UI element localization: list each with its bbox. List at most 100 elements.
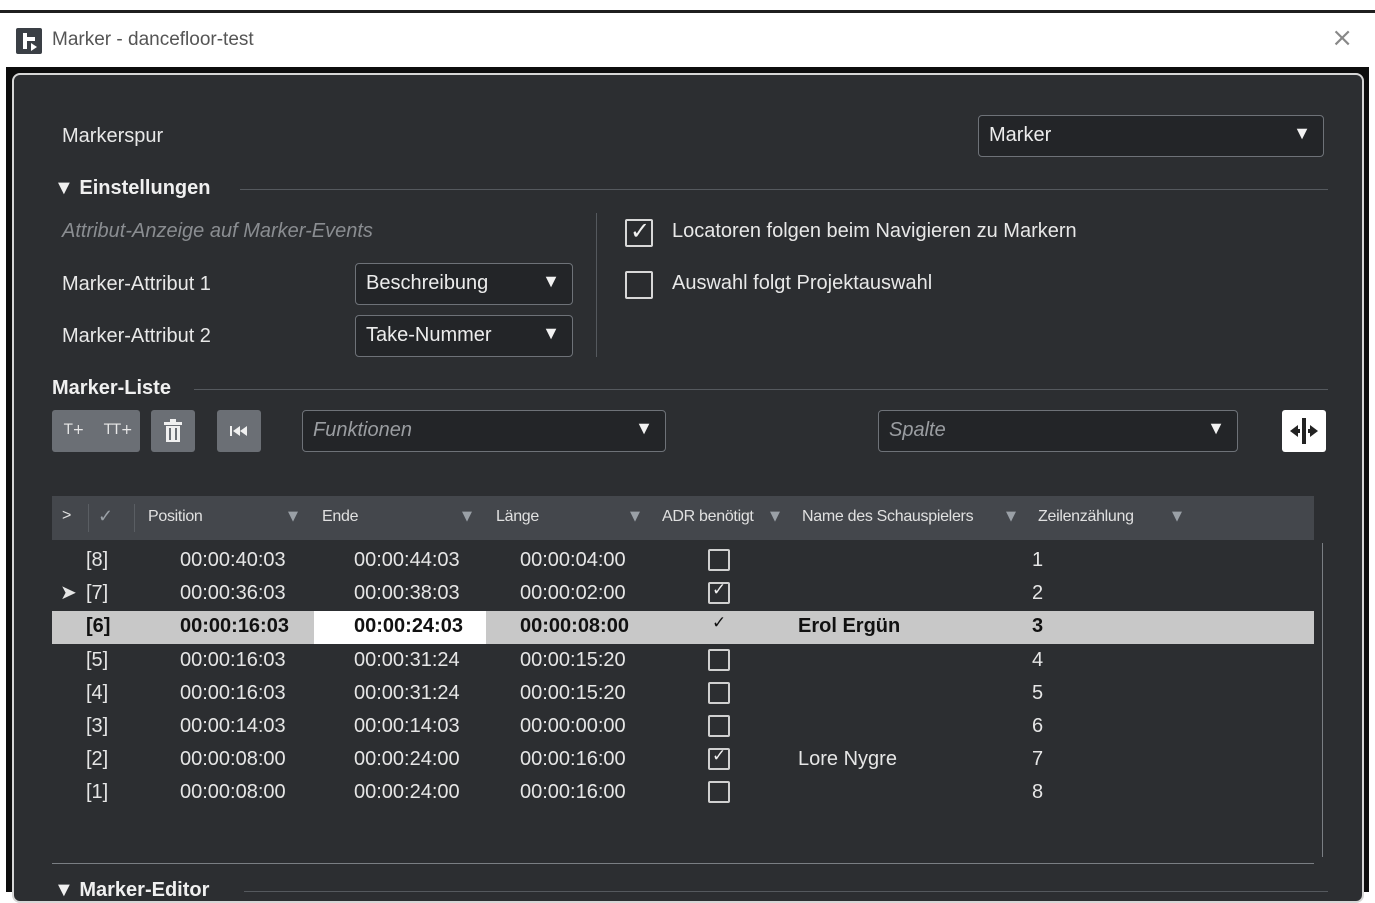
cell-ende[interactable]: 00:00:38:03	[354, 582, 460, 605]
cell-zeilenzaehlung[interactable]: 3	[1032, 615, 1043, 638]
attribute-caption: Attribut-Anzeige auf Marker-Events	[62, 220, 373, 242]
cell-actor-name[interactable]: Erol Ergün	[798, 615, 900, 638]
cell-position[interactable]: 00:00:16:03	[180, 649, 286, 672]
cell-zeilenzaehlung[interactable]: 8	[1032, 781, 1043, 804]
cell-laenge[interactable]: 00:00:00:00	[520, 715, 626, 738]
adr-checkbox[interactable]: ✓	[708, 613, 730, 637]
cell-actor-name[interactable]: Lore Nygre	[798, 748, 897, 771]
cell-laenge[interactable]: 00:00:15:20	[520, 649, 626, 672]
adr-checkbox[interactable]	[708, 648, 730, 671]
cell-zeilenzaehlung[interactable]: 2	[1032, 582, 1043, 605]
window-title: Marker - dancefloor-test	[52, 29, 254, 50]
adr-checkbox[interactable]	[708, 715, 730, 737]
sort-arrow-icon[interactable]: ▼	[770, 509, 780, 524]
table-row[interactable]: [4] 00:00:16:03 00:00:31:24 00:00:15:20 5	[52, 678, 1314, 711]
insert-multiple-markers-icon[interactable]: TT+	[104, 422, 133, 438]
cell-zeilenzaehlung[interactable]: 7	[1032, 748, 1043, 771]
chevron-down-icon: ▼	[635, 418, 653, 438]
table-row[interactable]: [6] 00:00:16:03 00:00:24:03 00:00:08:00 ✓ Ero…	[52, 611, 1314, 645]
funktionen-placeholder: Funktionen	[313, 419, 412, 441]
cell-laenge[interactable]: 00:00:16:00	[520, 748, 626, 771]
insert-marker-button-group: T+ TT+	[52, 410, 140, 452]
title-bar: Marker - dancefloor-test ×	[0, 13, 1375, 67]
header-laenge[interactable]: Länge	[496, 508, 539, 526]
markerspur-dropdown[interactable]: Marker ▼	[978, 115, 1324, 157]
cell-zeilenzaehlung[interactable]: 5	[1032, 682, 1043, 705]
section-divider	[194, 389, 1328, 390]
cell-position[interactable]: 00:00:40:03	[180, 549, 286, 572]
cell-ende[interactable]: 00:00:24:03	[354, 615, 463, 638]
cell-ende[interactable]: 00:00:24:00	[354, 781, 460, 804]
cell-ende[interactable]: 00:00:44:03	[354, 549, 460, 572]
header-adr[interactable]: ADR benötigt	[662, 508, 754, 526]
cell-position[interactable]: 00:00:36:03	[180, 582, 286, 605]
locator-label: Locatoren folgen beim Navigieren zu Mark…	[672, 220, 1077, 242]
chevron-down-icon: ▼	[542, 323, 560, 343]
adr-checkbox[interactable]: ✓	[708, 580, 730, 605]
cell-ende[interactable]: 00:00:24:00	[354, 748, 460, 771]
cell-zeilenzaehlung[interactable]: 1	[1032, 549, 1043, 572]
header-position[interactable]: Position	[148, 508, 203, 526]
column-layout-button[interactable]	[1282, 410, 1326, 452]
sort-arrow-icon[interactable]: ▼	[1172, 509, 1182, 524]
locator-checkbox[interactable]: ✓	[625, 217, 653, 247]
column-separator	[134, 504, 135, 532]
expand-toggle[interactable]: >	[62, 507, 71, 525]
cell-laenge[interactable]: 00:00:15:20	[520, 682, 626, 705]
cell-position[interactable]: 00:00:08:00	[180, 748, 286, 771]
table-row[interactable]: [8] 00:00:40:03 00:00:44:03 00:00:04:00 1	[52, 545, 1314, 578]
header-name[interactable]: Name des Schauspielers	[802, 508, 974, 526]
cell-laenge[interactable]: 00:00:16:00	[520, 781, 626, 804]
chevron-down-icon: ▼	[542, 271, 560, 291]
auswahl-checkbox[interactable]	[625, 271, 653, 299]
current-marker-arrow-icon: ➤	[60, 582, 77, 605]
column-layout-icon	[1290, 418, 1318, 444]
marker-attribut-2-dropdown[interactable]: Take-Nummer ▼	[355, 315, 573, 357]
header-zeilenzaehlung[interactable]: Zeilenzählung	[1038, 508, 1134, 526]
sort-arrow-icon[interactable]: ▼	[288, 509, 298, 524]
adr-checkbox[interactable]	[708, 781, 730, 804]
adr-checkbox[interactable]	[708, 681, 730, 704]
check-column-icon[interactable]: ✓	[98, 506, 113, 527]
cell-position[interactable]: 00:00:08:00	[180, 781, 286, 804]
marker-attribut-1-label: Marker-Attribut 1	[62, 273, 211, 295]
marker-attribut-1-dropdown[interactable]: Beschreibung ▼	[355, 263, 573, 305]
cell-id: [1]	[86, 781, 109, 804]
adr-checkbox[interactable]: ✓	[708, 746, 730, 771]
go-to-start-icon	[230, 426, 247, 436]
cell-laenge[interactable]: 00:00:08:00	[520, 615, 629, 638]
cell-zeilenzaehlung[interactable]: 4	[1032, 649, 1043, 672]
delete-marker-button[interactable]	[151, 410, 195, 452]
sort-arrow-icon[interactable]: ▼	[1006, 509, 1016, 524]
cell-laenge[interactable]: 00:00:04:00	[520, 549, 626, 572]
cell-position[interactable]: 00:00:14:03	[180, 715, 286, 738]
marker-attribut-1-value: Beschreibung	[366, 272, 489, 294]
cell-laenge[interactable]: 00:00:02:00	[520, 582, 626, 605]
funktionen-dropdown[interactable]: Funktionen ▼	[302, 410, 666, 452]
go-to-start-button[interactable]	[217, 410, 261, 452]
cell-ende[interactable]: 00:00:14:03	[354, 715, 460, 738]
marker-editor-section-title[interactable]: ▼ Marker-Editor	[54, 879, 209, 902]
table-row[interactable]: [2] 00:00:08:00 00:00:24:00 00:00:16:00 ✓ Lor…	[52, 744, 1314, 777]
marker-panel: Markerspur Marker ▼ ▼ Einstellungen Attr…	[12, 73, 1364, 903]
adr-checkbox[interactable]	[708, 549, 730, 571]
cell-zeilenzaehlung[interactable]: 6	[1032, 715, 1043, 738]
insert-marker-icon[interactable]: T+	[64, 422, 84, 438]
table-row[interactable]: ➤ [7] 00:00:36:03 00:00:38:03 00:00:02:00 ✓ 2	[52, 578, 1314, 611]
header-ende[interactable]: Ende	[322, 508, 358, 526]
sort-arrow-icon[interactable]: ▼	[630, 509, 640, 524]
sort-arrow-icon[interactable]: ▼	[462, 509, 472, 524]
cell-ende[interactable]: 00:00:31:24	[354, 649, 460, 672]
close-icon[interactable]: ×	[1331, 25, 1353, 51]
scrollbar[interactable]	[1322, 543, 1323, 857]
cell-position[interactable]: 00:00:16:03	[180, 615, 289, 638]
table-row[interactable]: [3] 00:00:14:03 00:00:14:03 00:00:00:00 6	[52, 711, 1314, 744]
markerspur-label: Markerspur	[62, 125, 164, 147]
einstellungen-section-title[interactable]: ▼ Einstellungen	[54, 177, 210, 200]
table-row[interactable]: [1] 00:00:08:00 00:00:24:00 00:00:16:00 8	[52, 777, 1314, 810]
cell-ende[interactable]: 00:00:31:24	[354, 682, 460, 705]
spalte-dropdown[interactable]: Spalte ▼	[878, 410, 1238, 452]
table-row[interactable]: [5] 00:00:16:03 00:00:31:24 00:00:15:20 4	[52, 645, 1314, 678]
settings-divider	[596, 213, 597, 357]
cell-position[interactable]: 00:00:16:03	[180, 682, 286, 705]
